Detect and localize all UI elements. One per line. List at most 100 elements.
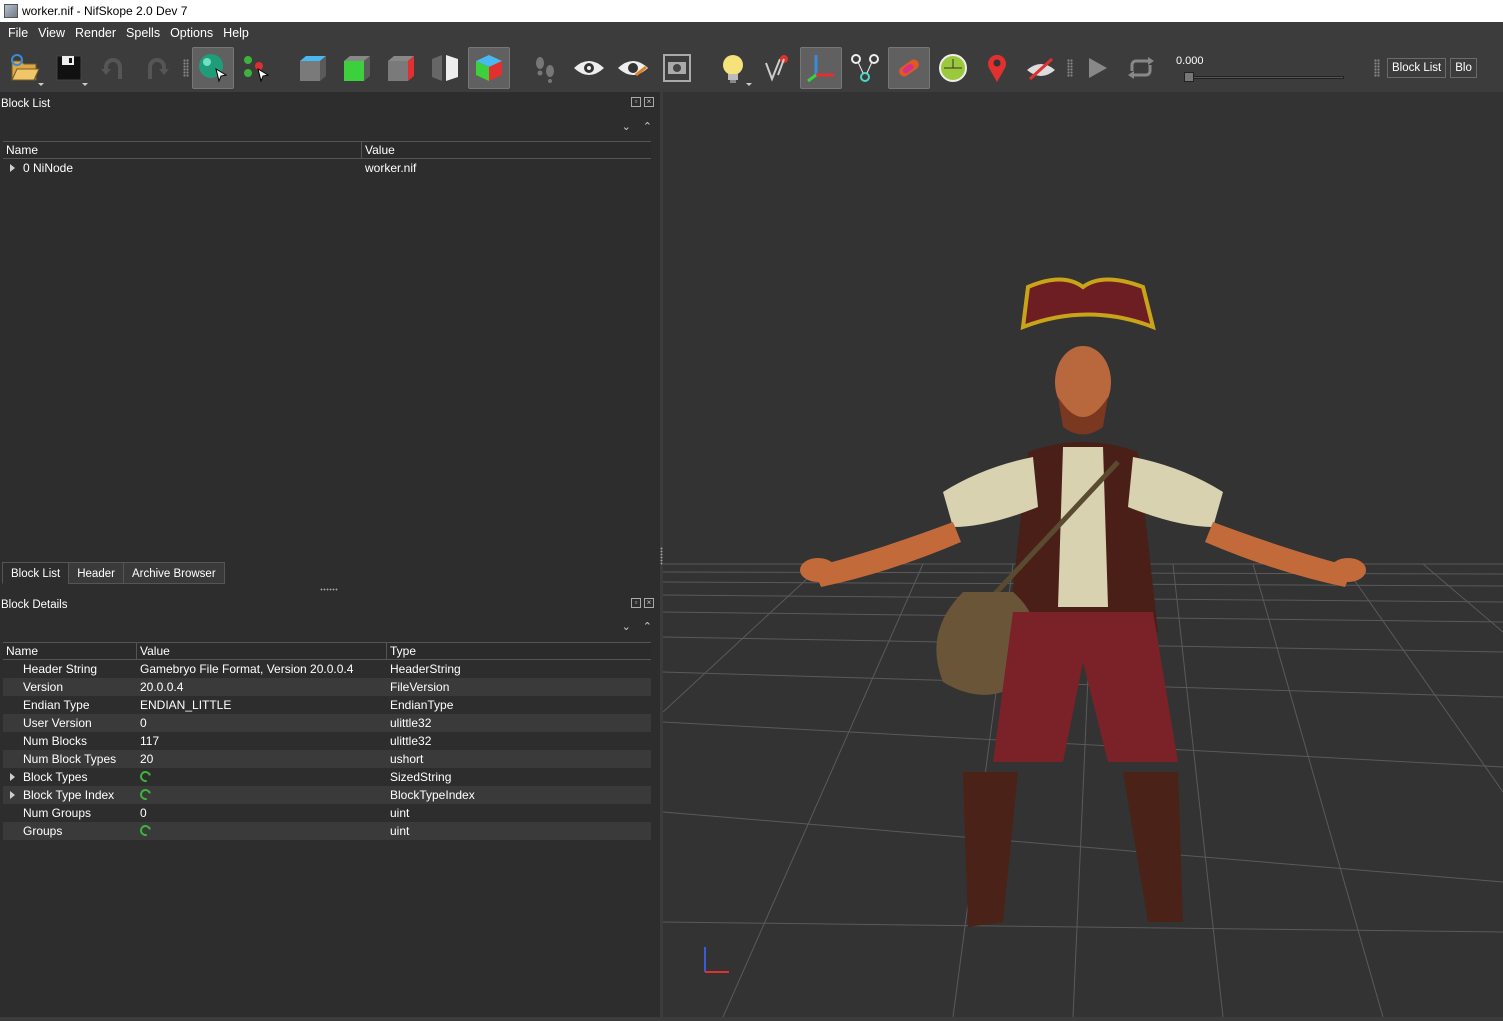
collapse-all-icon[interactable]: ⌃: [643, 620, 652, 633]
toggle-hidden-button[interactable]: [612, 47, 654, 89]
table-row[interactable]: Num Block Types 20 ushort: [3, 750, 651, 768]
undock-icon[interactable]: ▫: [631, 97, 641, 107]
column-header-value[interactable]: Value: [137, 643, 387, 659]
table-row[interactable]: Groups uint: [3, 822, 651, 840]
field-value[interactable]: [137, 822, 387, 840]
table-row[interactable]: Block Type Index BlockTypeIndex: [3, 786, 651, 804]
main-toolbar: 0.000 Block List Blo: [0, 43, 1503, 92]
show-nodes-button[interactable]: [844, 47, 886, 89]
view-front-button[interactable]: [336, 47, 378, 89]
column-header-name[interactable]: Name: [3, 142, 362, 158]
constraint-circle-icon: [939, 53, 967, 82]
block-details-tree[interactable]: Name Value Type Header String Gamebryo Fi…: [3, 642, 651, 840]
expand-arrow-icon[interactable]: [10, 773, 15, 781]
show-vertices-button[interactable]: [756, 47, 798, 89]
animation-time-slider[interactable]: 0.000: [1174, 47, 1354, 89]
column-header-type[interactable]: Type: [387, 643, 651, 659]
window-title: worker.nif - NifSkope 2.0 Dev 7: [22, 4, 188, 18]
lighting-button[interactable]: [712, 47, 754, 89]
refresh-icon[interactable]: [137, 768, 154, 785]
refresh-icon[interactable]: [137, 822, 154, 839]
close-icon[interactable]: ×: [644, 598, 654, 608]
tab-block-list[interactable]: Block List: [2, 562, 70, 584]
expand-all-icon[interactable]: ⌄: [622, 120, 631, 133]
table-row[interactable]: Num Groups 0 uint: [3, 804, 651, 822]
collapse-all-icon[interactable]: ⌃: [643, 120, 652, 133]
undo-button[interactable]: [92, 47, 134, 89]
screenshot-button[interactable]: [656, 47, 698, 89]
node-tree-icon: [851, 53, 879, 82]
toolbar-grip[interactable]: [183, 58, 189, 77]
redo-button[interactable]: [136, 47, 178, 89]
expand-arrow-icon[interactable]: [10, 791, 15, 799]
field-value[interactable]: 0: [137, 714, 387, 732]
field-value[interactable]: ENDIAN_LITTLE: [137, 696, 387, 714]
show-axes-button[interactable]: [800, 46, 842, 89]
field-value[interactable]: 20: [137, 750, 387, 768]
view-top-button[interactable]: [292, 47, 334, 89]
field-value[interactable]: 0: [137, 804, 387, 822]
field-value[interactable]: 117: [137, 732, 387, 750]
time-slider-handle[interactable]: [1184, 71, 1194, 82]
field-type: uint: [390, 824, 410, 838]
table-row[interactable]: Endian Type ENDIAN_LITTLE EndianType: [3, 696, 651, 714]
show-havok-button[interactable]: [888, 46, 930, 89]
column-header-name[interactable]: Name: [3, 643, 137, 659]
table-row[interactable]: Header String Gamebryo File Format, Versi…: [3, 660, 651, 678]
menu-file[interactable]: File: [3, 26, 33, 40]
select-object-button[interactable]: [192, 46, 234, 89]
tab-header[interactable]: Header: [68, 562, 124, 584]
expand-all-icon[interactable]: ⌄: [622, 620, 631, 633]
table-row[interactable]: User Version 0 ulittle32: [3, 714, 651, 732]
load-button[interactable]: [4, 47, 46, 89]
horizontal-splitter[interactable]: [320, 588, 338, 591]
walk-mode-button[interactable]: [524, 47, 566, 89]
view-side-button[interactable]: [380, 47, 422, 89]
block-details-toggle-button[interactable]: Blo: [1450, 57, 1477, 78]
field-value[interactable]: [137, 768, 387, 786]
select-vertex-button[interactable]: [236, 47, 278, 89]
play-animation-button[interactable]: [1076, 47, 1118, 89]
camera-icon: [663, 53, 691, 82]
table-row[interactable]: Block Types SizedString: [3, 768, 651, 786]
menu-render[interactable]: Render: [70, 26, 121, 40]
expand-arrow-icon[interactable]: [10, 164, 15, 172]
toolbar-grip-5[interactable]: [1067, 58, 1073, 77]
render-viewport[interactable]: [663, 92, 1503, 1017]
block-list-toggle-button[interactable]: Block List: [1387, 57, 1447, 78]
refresh-icon[interactable]: [137, 786, 154, 803]
toolbar-grip-6[interactable]: [1374, 58, 1380, 77]
save-button[interactable]: [48, 47, 90, 89]
vertex-select-icon: [244, 55, 270, 83]
table-row[interactable]: Version 20.0.0.4 FileVersion: [3, 678, 651, 696]
menu-view[interactable]: View: [33, 26, 70, 40]
block-details-dock-header: Block Details ▫ ×: [0, 594, 660, 616]
hide-markers-button[interactable]: [1020, 47, 1062, 89]
menu-spells[interactable]: Spells: [121, 26, 165, 40]
show-markers-button[interactable]: [976, 47, 1018, 89]
tab-archive-browser[interactable]: Archive Browser: [122, 562, 225, 584]
view-user-button[interactable]: [424, 47, 466, 89]
block-list-tree[interactable]: Name Value 0 NiNode worker.nif: [3, 141, 651, 177]
menu-options[interactable]: Options: [165, 26, 218, 40]
menu-help[interactable]: Help: [218, 26, 254, 40]
loop-animation-button[interactable]: [1120, 47, 1162, 89]
field-value[interactable]: Gamebryo File Format, Version 20.0.0.4: [137, 660, 387, 678]
viewport-scene: [663, 277, 1503, 1017]
floppy-disk-icon: [56, 55, 82, 80]
close-icon[interactable]: ×: [644, 97, 654, 107]
undock-icon[interactable]: ▫: [631, 598, 641, 608]
table-row[interactable]: Num Blocks 117 ulittle32: [3, 732, 651, 750]
axis-gizmo: [704, 947, 729, 973]
app-icon: [4, 4, 18, 18]
time-slider-track[interactable]: [1184, 75, 1344, 79]
field-value[interactable]: 20.0.0.4: [137, 678, 387, 696]
view-walk-button[interactable]: [468, 46, 510, 89]
tree-row[interactable]: 0 NiNode worker.nif: [3, 159, 651, 177]
show-constraints-button[interactable]: [932, 47, 974, 89]
column-header-value[interactable]: Value: [362, 142, 651, 158]
field-value[interactable]: [137, 786, 387, 804]
field-value-text: Gamebryo File Format, Version 20.0.0.4: [140, 662, 354, 676]
dock-tabs: Block List Header Archive Browser: [2, 562, 225, 584]
toggle-visibility-button[interactable]: [568, 47, 610, 89]
